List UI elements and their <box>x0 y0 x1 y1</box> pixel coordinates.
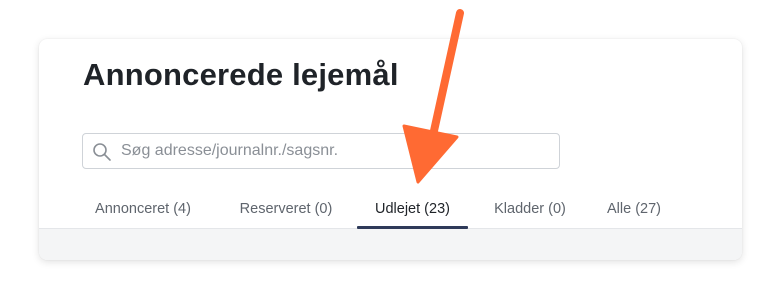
tab-bar: Annonceret (4) Reserveret (0) Udlejet (2… <box>39 189 742 229</box>
tab-reserveret[interactable]: Reserveret (0) <box>224 189 348 228</box>
tab-udlejet[interactable]: Udlejet (23) <box>357 189 468 229</box>
page-title: Annoncerede lejemål <box>83 57 399 92</box>
tab-alle[interactable]: Alle (27) <box>595 189 673 228</box>
tab-annonceret[interactable]: Annonceret (4) <box>86 189 200 228</box>
search-field[interactable] <box>82 133 560 169</box>
search-input[interactable] <box>121 134 551 168</box>
content-area <box>39 229 742 260</box>
tab-kladder[interactable]: Kladder (0) <box>482 189 578 228</box>
listings-card: Annoncerede lejemål Annonceret (4) Reser… <box>39 39 742 260</box>
search-icon <box>93 143 111 161</box>
